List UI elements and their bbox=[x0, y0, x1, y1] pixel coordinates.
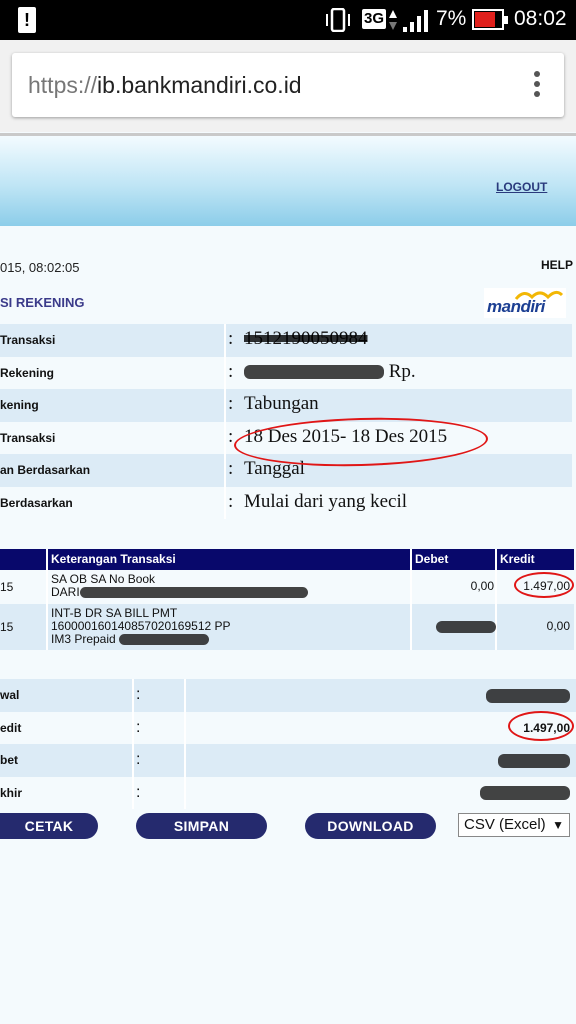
info-row: kening : Tabungan bbox=[0, 389, 572, 422]
table-row: 15 SA OB SA No Book DARI 0,00 1.497,00 bbox=[0, 570, 574, 604]
summary-label: khir bbox=[0, 785, 23, 800]
tx-debit: 0,00 bbox=[470, 579, 494, 593]
print-button[interactable]: CETAK bbox=[0, 813, 98, 839]
account-info-table: Transaksi : 1512190050984 Rekening : Rp.… bbox=[0, 324, 572, 519]
section-title: SI REKENING bbox=[0, 295, 85, 310]
tx-desc-line: SA OB SA No Book bbox=[51, 572, 156, 586]
status-bar: ! 3G 7% 08:02 bbox=[0, 0, 576, 40]
table-row: 15 INT-B DR SA BILL PMT 1600001601408570… bbox=[0, 604, 574, 650]
download-button[interactable]: DOWNLOAD bbox=[305, 813, 436, 839]
redacted-mark bbox=[486, 688, 570, 703]
summary-row: khir : bbox=[0, 776, 576, 809]
alert-icon: ! bbox=[18, 7, 36, 33]
data-activity-icon bbox=[389, 10, 397, 30]
url-host: ib.bankmandiri.co.id bbox=[97, 72, 302, 98]
redacted-mark bbox=[119, 634, 210, 646]
redacted-mark bbox=[498, 753, 570, 768]
info-label: Transaksi bbox=[0, 333, 56, 347]
battery-icon bbox=[472, 9, 508, 30]
page-header: LOGOUT bbox=[0, 136, 576, 226]
dropdown-arrow-icon: ▼ bbox=[552, 818, 564, 832]
info-value: Mulai dari yang kecil bbox=[244, 490, 408, 512]
network-type: 3G bbox=[362, 9, 387, 29]
info-row: Transaksi : 1512190050984 bbox=[0, 324, 572, 357]
column-description: Keterangan Transaksi bbox=[51, 552, 176, 566]
info-label: Rekening bbox=[0, 365, 55, 380]
url-protocol: https:// bbox=[28, 72, 98, 98]
transactions-table: Keterangan Transaksi Debet Kredit 15 SA … bbox=[0, 549, 574, 650]
summary-label: bet bbox=[0, 753, 18, 767]
summary-label: wal bbox=[0, 688, 20, 702]
info-value: Rp. bbox=[244, 361, 416, 383]
format-select-value: CSV (Excel) bbox=[464, 816, 546, 833]
summary-amount bbox=[498, 753, 570, 768]
redacted-mark bbox=[244, 365, 384, 380]
tx-desc-line: DARI bbox=[51, 585, 308, 599]
summary-row: bet : bbox=[0, 744, 576, 777]
url-text[interactable]: https://ib.bankmandiri.co.id bbox=[28, 72, 302, 99]
column-debit: Debet bbox=[415, 552, 449, 566]
info-row: Berdasarkan : Mulai dari yang kecil bbox=[0, 486, 572, 519]
info-label: Berdasarkan bbox=[0, 495, 73, 510]
summary-table: wal : edit : 1.497,00 bet : khir : bbox=[0, 679, 576, 809]
summary-label: edit bbox=[0, 720, 22, 735]
logo-text: mandiri bbox=[487, 297, 545, 316]
info-value: 1512190050984 bbox=[244, 328, 368, 349]
tx-date: 15 bbox=[0, 620, 14, 634]
login-datetime: 015, 08:02:05 bbox=[0, 260, 80, 275]
url-bar[interactable]: https://ib.bankmandiri.co.id bbox=[12, 53, 564, 117]
table-header: Keterangan Transaksi Debet Kredit bbox=[0, 549, 574, 570]
tx-desc-line: IM3 Prepaid bbox=[51, 632, 210, 646]
summary-amount bbox=[486, 688, 570, 703]
mandiri-logo: mandiri bbox=[484, 288, 566, 318]
signal-icon bbox=[403, 10, 428, 32]
tx-desc-line: 16000016014085702016951​2 PP bbox=[51, 619, 231, 633]
redacted-mark bbox=[480, 786, 570, 801]
redacted-mark bbox=[436, 620, 496, 633]
tx-desc-line: INT-B DR SA BILL PMT bbox=[51, 606, 178, 620]
logout-link[interactable]: LOGOUT bbox=[496, 180, 547, 194]
clock: 08:02 bbox=[514, 7, 567, 30]
highlight-annotation bbox=[508, 711, 574, 741]
info-value: Tabungan bbox=[244, 393, 319, 414]
browser-toolbar: https://ib.bankmandiri.co.id bbox=[0, 40, 576, 132]
battery-percent: 7% bbox=[436, 7, 467, 30]
save-button[interactable]: SIMPAN bbox=[136, 813, 267, 839]
tx-date: 15 bbox=[0, 580, 14, 594]
info-row: Rekening : Rp. bbox=[0, 356, 572, 389]
summary-row: wal : bbox=[0, 679, 576, 712]
highlight-annotation bbox=[514, 572, 574, 598]
info-label: kening bbox=[0, 398, 39, 412]
vibrate-icon bbox=[326, 8, 350, 32]
redacted-mark bbox=[79, 587, 308, 599]
info-label: an Berdasarkan bbox=[0, 463, 91, 477]
tx-credit: 0,00 bbox=[546, 619, 570, 633]
format-select[interactable]: CSV (Excel) ▼ bbox=[458, 813, 570, 837]
info-label: Transaksi bbox=[0, 430, 56, 445]
overflow-menu-icon[interactable] bbox=[534, 71, 542, 99]
summary-amount bbox=[480, 786, 570, 801]
summary-row: edit : 1.497,00 bbox=[0, 711, 576, 744]
tx-debit bbox=[436, 619, 496, 633]
column-credit: Kredit bbox=[500, 552, 535, 566]
help-link[interactable]: HELP bbox=[541, 258, 573, 272]
